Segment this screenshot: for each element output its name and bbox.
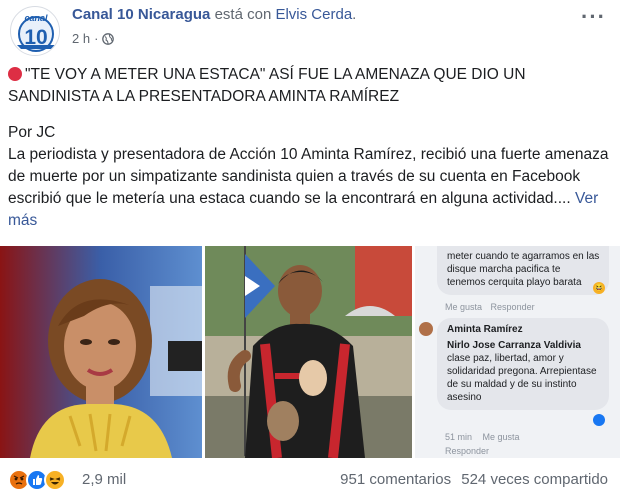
prev-reply-link[interactable]: Responder xyxy=(491,302,535,312)
page-avatar[interactable]: canal 10 xyxy=(10,6,60,56)
with-text: está con xyxy=(214,6,272,23)
comment-like-link[interactable]: Me gusta xyxy=(483,432,520,442)
tagged-person-link[interactable]: Elvis Cerda xyxy=(275,6,352,23)
post-header: canal 10 Canal 10 Nicaragua está con Elv… xyxy=(0,0,620,58)
comments-count-link[interactable]: 951 comentarios xyxy=(340,471,451,488)
haha-reaction-icon: 😆 xyxy=(593,282,605,294)
post-body: Por JC La periodista y presentadora de A… xyxy=(8,122,614,232)
photo-supporter[interactable] xyxy=(205,246,412,458)
previous-comment-text: meter cuando te agarramos en las disque … xyxy=(447,251,600,288)
red-circle-icon xyxy=(8,67,22,81)
more-options-button[interactable]: ··· xyxy=(581,4,606,30)
shares-count-link[interactable]: 524 veces compartido xyxy=(461,471,608,488)
post-stats: 951 comentarios 524 veces compartido xyxy=(340,471,608,488)
page-name-link[interactable]: Canal 10 Nicaragua xyxy=(72,6,210,23)
post-time[interactable]: 2 h xyxy=(72,31,90,46)
logo-canal-text: canal xyxy=(24,13,48,23)
globe-icon[interactable] xyxy=(102,32,115,45)
comment-author[interactable]: Aminta Ramírez xyxy=(447,323,601,336)
previous-comment-actions: Me gusta Responder xyxy=(445,302,535,312)
photo-comment-screenshot[interactable]: meter cuando te agarramos en las disque … xyxy=(415,246,620,458)
headline-text: "TE VOY A METER UNA ESTACA" ASÍ FUE LA A… xyxy=(8,66,526,105)
post-headline: "TE VOY A METER UNA ESTACA" ASÍ FUE LA A… xyxy=(8,64,614,108)
prev-like-link[interactable]: Me gusta xyxy=(445,302,482,312)
haha-icon xyxy=(44,469,66,491)
like-reaction-icon xyxy=(593,414,605,426)
header-line: Canal 10 Nicaragua está con Elvis Cerda. xyxy=(72,6,357,23)
comment-mention[interactable]: Nirlo Jose Carranza Valdivia xyxy=(447,340,581,351)
supporter-image xyxy=(205,246,412,458)
comment-reply-link[interactable]: Responder xyxy=(445,446,489,456)
comment-actions: 51 min Me gusta xyxy=(445,432,520,442)
comment-bubble: Aminta Ramírez Nirlo Jose Carranza Valdi… xyxy=(437,318,609,410)
commenter-avatar xyxy=(419,322,433,336)
post-meta: 2 h · xyxy=(72,31,115,46)
body-text: La periodista y presentadora de Acción 1… xyxy=(8,146,609,207)
previous-comment-bubble: meter cuando te agarramos en las disque … xyxy=(437,246,609,295)
comment-text: clase paz, libertad, amor y solidaridad … xyxy=(447,353,597,403)
comment-time: 51 min xyxy=(445,432,473,442)
presenter-image xyxy=(0,246,202,458)
photo-presenter[interactable] xyxy=(0,246,202,458)
byline: Por JC xyxy=(8,124,56,141)
canal-10-logo: canal 10 xyxy=(12,8,59,55)
reaction-icons[interactable] xyxy=(8,469,66,491)
reaction-count[interactable]: 2,9 mil xyxy=(82,471,126,488)
reactions-bar: 2,9 mil 951 comentarios 524 veces compar… xyxy=(0,462,620,498)
photo-collage: meter cuando te agarramos en las disque … xyxy=(0,246,620,458)
